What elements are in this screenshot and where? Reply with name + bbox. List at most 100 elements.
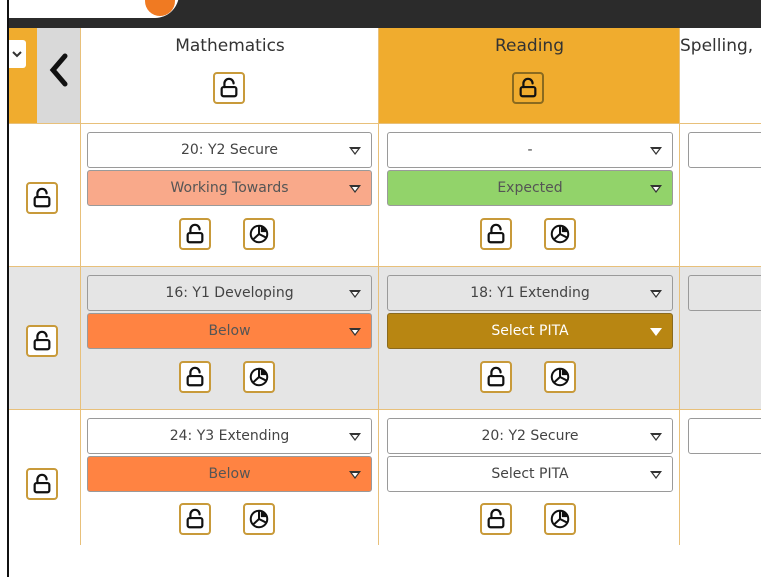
cell-chart-button[interactable] <box>243 503 275 535</box>
caret-down-icon <box>349 471 361 479</box>
column-lock-button[interactable] <box>512 72 544 104</box>
row-lock-button[interactable] <box>26 325 58 357</box>
top-bar <box>9 0 761 28</box>
caret-down-icon <box>349 185 361 193</box>
row-3-lock-cell <box>9 410 81 545</box>
score-select[interactable]: 18: Y1 Extending <box>387 275 673 311</box>
lock-icon <box>184 223 206 245</box>
row-2-lock-cell <box>9 267 81 410</box>
cell-lock-button[interactable] <box>179 361 211 393</box>
score-select[interactable] <box>688 132 761 168</box>
row-2-mathematics-cell: 16: Y1 Developing Below <box>81 267 379 410</box>
collapse-dropdown[interactable] <box>9 40 26 68</box>
cell-chart-button[interactable] <box>544 361 576 393</box>
score-select[interactable] <box>688 275 761 311</box>
lock-icon <box>31 330 53 352</box>
caret-down-icon <box>349 328 361 336</box>
assessment-grid: Mathematics Reading Spelling, 20: Y2 Sec… <box>9 28 761 545</box>
lock-icon <box>184 366 206 388</box>
row-lock-button[interactable] <box>26 182 58 214</box>
lock-icon <box>218 77 240 99</box>
pita-value: Working Towards <box>170 180 289 196</box>
pita-value: Below <box>208 323 251 339</box>
pita-value: Select PITA <box>491 323 569 339</box>
pita-select[interactable]: Working Towards <box>87 170 372 206</box>
blank-area <box>9 545 761 577</box>
pita-select[interactable]: Select PITA <box>387 456 673 492</box>
cell-chart-button[interactable] <box>243 361 275 393</box>
lock-icon <box>485 366 507 388</box>
row-1-mathematics-cell: 20: Y2 Secure Working Towards <box>81 124 379 267</box>
score-value: 20: Y2 Secure <box>180 142 279 158</box>
pita-select[interactable]: Expected <box>387 170 673 206</box>
pita-select[interactable]: Below <box>87 313 372 349</box>
pie-chart-icon <box>549 223 571 245</box>
column-title: Reading <box>494 36 564 56</box>
lock-icon <box>31 473 53 495</box>
chevron-down-icon <box>12 51 22 58</box>
score-value: - <box>527 142 533 158</box>
caret-down-icon <box>349 433 361 441</box>
pita-select[interactable]: Select PITA <box>387 313 673 349</box>
score-select[interactable]: 20: Y2 Secure <box>387 418 673 454</box>
row-1-reading-cell: - Expected <box>379 124 680 267</box>
caret-down-icon <box>650 433 662 441</box>
row-1-lock-cell <box>9 124 81 267</box>
cell-lock-button[interactable] <box>480 361 512 393</box>
row-selector-header[interactable] <box>9 28 37 124</box>
window-border-left <box>0 0 9 577</box>
lock-icon <box>485 223 507 245</box>
column-header-reading: Reading <box>379 28 680 124</box>
cell-lock-button[interactable] <box>480 503 512 535</box>
score-select[interactable]: 20: Y2 Secure <box>87 132 372 168</box>
pita-value: Expected <box>497 180 563 196</box>
caret-down-icon <box>650 185 662 193</box>
row-lock-button[interactable] <box>26 468 58 500</box>
lock-icon <box>485 508 507 530</box>
pita-value: Below <box>208 466 251 482</box>
column-lock-button[interactable] <box>213 72 245 104</box>
scroll-left-button[interactable] <box>37 28 81 124</box>
chevron-left-icon <box>49 53 68 87</box>
score-value: 16: Y1 Developing <box>165 285 294 301</box>
pie-chart-icon <box>549 366 571 388</box>
pie-chart-icon <box>549 508 571 530</box>
score-select[interactable] <box>688 418 761 454</box>
cell-lock-button[interactable] <box>179 218 211 250</box>
score-select[interactable]: 16: Y1 Developing <box>87 275 372 311</box>
score-select[interactable]: - <box>387 132 673 168</box>
cell-chart-button[interactable] <box>243 218 275 250</box>
row-3-mathematics-cell: 24: Y3 Extending Below <box>81 410 379 545</box>
score-select[interactable]: 24: Y3 Extending <box>87 418 372 454</box>
column-title: Spelling, <box>680 36 754 56</box>
lock-icon <box>517 77 539 99</box>
row-2-spelling-cell <box>680 267 761 410</box>
pita-value: Select PITA <box>491 466 569 482</box>
pie-chart-icon <box>248 223 270 245</box>
caret-down-icon <box>650 471 662 479</box>
pie-chart-icon <box>248 366 270 388</box>
pita-select[interactable]: Below <box>87 456 372 492</box>
caret-down-icon <box>650 290 662 298</box>
column-header-spelling: Spelling, <box>680 28 761 124</box>
lock-icon <box>31 187 53 209</box>
caret-down-icon <box>349 290 361 298</box>
score-value: 18: Y1 Extending <box>470 285 590 301</box>
row-2-reading-cell: 18: Y1 Extending Select PITA <box>379 267 680 410</box>
caret-down-icon <box>650 328 662 336</box>
column-header-mathematics: Mathematics <box>81 28 379 124</box>
cell-lock-button[interactable] <box>179 503 211 535</box>
row-3-reading-cell: 20: Y2 Secure Select PITA <box>379 410 680 545</box>
score-value: 20: Y2 Secure <box>481 428 579 444</box>
cell-lock-button[interactable] <box>480 218 512 250</box>
lock-icon <box>184 508 206 530</box>
row-3-spelling-cell <box>680 410 761 545</box>
pie-chart-icon <box>248 508 270 530</box>
caret-down-icon <box>349 147 361 155</box>
score-value: 24: Y3 Extending <box>169 428 290 444</box>
caret-down-icon <box>650 147 662 155</box>
cell-chart-button[interactable] <box>544 218 576 250</box>
column-title: Mathematics <box>175 36 285 56</box>
row-1-spelling-cell <box>680 124 761 267</box>
cell-chart-button[interactable] <box>544 503 576 535</box>
